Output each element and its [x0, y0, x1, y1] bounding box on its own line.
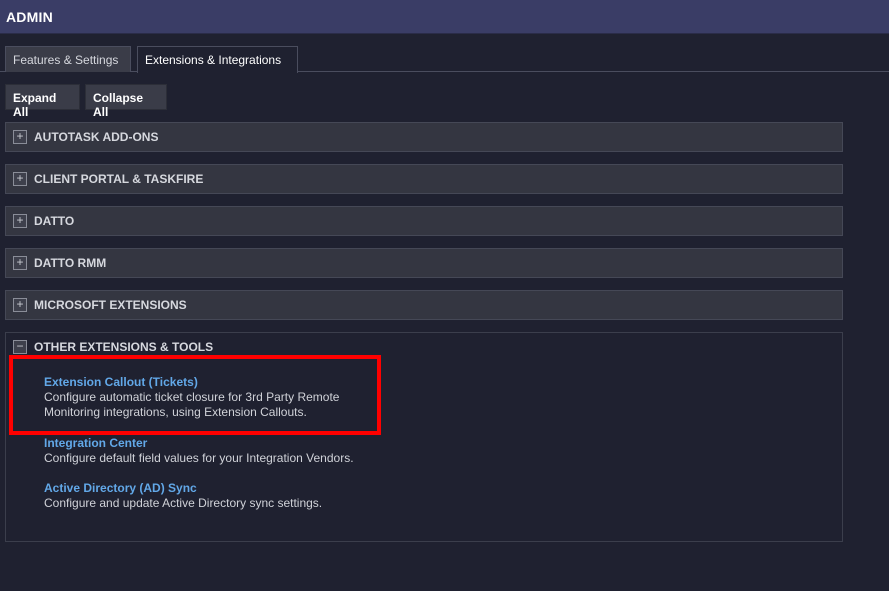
tab-features-settings[interactable]: Features & Settings	[5, 46, 131, 72]
integration-center-link[interactable]: Integration Center	[44, 436, 364, 451]
expand-all-button[interactable]: Expand All	[5, 84, 80, 119]
section-label: DATTO	[34, 214, 75, 228]
extension-callout-link[interactable]: Extension Callout (Tickets)	[44, 375, 364, 390]
expand-plus-icon[interactable]: +	[13, 172, 27, 186]
list-item-integration-center: Integration Center Configure default fie…	[44, 436, 364, 466]
item-description: Configure default field values for your …	[44, 451, 354, 465]
section-datto[interactable]: + DATTO	[5, 206, 843, 236]
item-description: Configure and update Active Directory sy…	[44, 496, 323, 510]
section-label: CLIENT PORTAL & TASKFIRE	[34, 172, 204, 186]
collapse-minus-icon[interactable]: −	[13, 340, 27, 354]
section-microsoft-extensions[interactable]: + MICROSOFT EXTENSIONS	[5, 290, 843, 320]
collapse-all-button[interactable]: Collapse All	[85, 84, 167, 119]
active-directory-sync-link[interactable]: Active Directory (AD) Sync	[44, 481, 364, 496]
tab-bar: Features & Settings Extensions & Integra…	[0, 44, 889, 73]
page-title: ADMIN	[6, 9, 53, 25]
section-label: DATTO RMM	[34, 256, 107, 270]
section-autotask-add-ons[interactable]: + AUTOTASK ADD-ONS	[5, 122, 843, 152]
section-label: AUTOTASK ADD-ONS	[34, 130, 159, 144]
item-description: Configure automatic ticket closure for 3…	[44, 390, 340, 419]
section-label[interactable]: OTHER EXTENSIONS & TOOLS	[34, 340, 213, 354]
expand-plus-icon[interactable]: +	[13, 130, 27, 144]
expand-plus-icon[interactable]: +	[13, 298, 27, 312]
list-item-ad-sync: Active Directory (AD) Sync Configure and…	[44, 481, 364, 511]
expand-plus-icon[interactable]: +	[13, 256, 27, 270]
list-item-extension-callout: Extension Callout (Tickets) Configure au…	[44, 375, 364, 420]
section-client-portal-taskfire[interactable]: + CLIENT PORTAL & TASKFIRE	[5, 164, 843, 194]
section-datto-rmm[interactable]: + DATTO RMM	[5, 248, 843, 278]
admin-header: ADMIN	[0, 0, 889, 34]
section-label: MICROSOFT EXTENSIONS	[34, 298, 187, 312]
expand-plus-icon[interactable]: +	[13, 214, 27, 228]
section-other-extensions-tools: − OTHER EXTENSIONS & TOOLS Extension Cal…	[5, 332, 843, 542]
tab-extensions-integrations[interactable]: Extensions & Integrations	[137, 46, 298, 73]
